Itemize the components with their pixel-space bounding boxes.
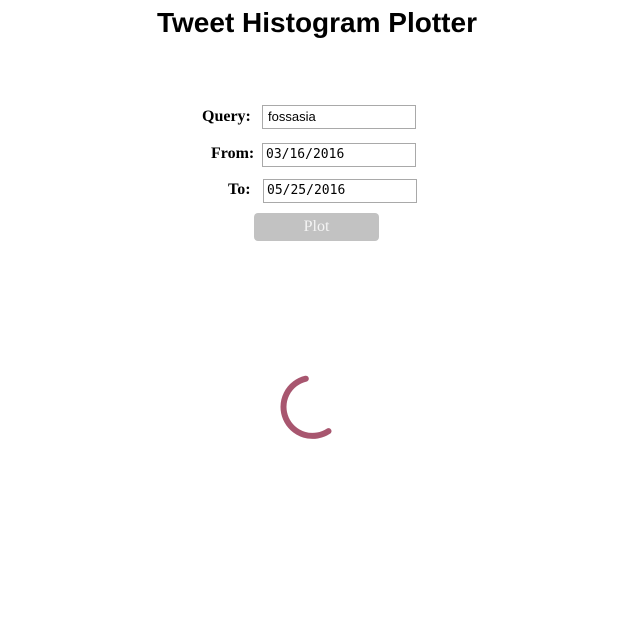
query-input[interactable]: fossasia — [262, 105, 416, 129]
plot-button[interactable]: Plot — [254, 213, 379, 241]
from-label: From: — [211, 145, 255, 162]
to-date-input[interactable]: 05/25/2016 — [263, 179, 417, 203]
to-label: To: — [228, 181, 251, 198]
query-label: Query: — [202, 108, 251, 125]
from-date-input[interactable]: 03/16/2016 — [262, 143, 416, 167]
page-title: Tweet Histogram Plotter — [157, 7, 477, 38]
spinner-icon — [280, 375, 332, 439]
